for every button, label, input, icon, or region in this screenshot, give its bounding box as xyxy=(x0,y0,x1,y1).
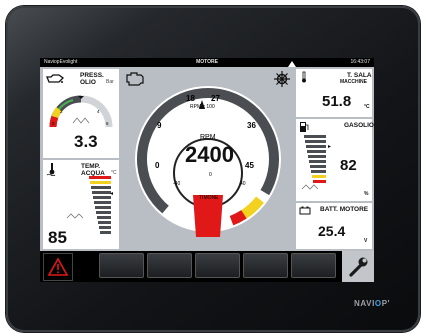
display-screen: NaviopEvolight MOTORE 16:43:07 PRESS. OL… xyxy=(40,58,374,282)
oil-scale-0: 0 xyxy=(52,121,55,126)
softkey-1[interactable] xyxy=(99,253,144,278)
fuel-level-bar-gauge xyxy=(301,135,331,190)
clock: 16:43:07 xyxy=(350,59,370,65)
rpm-label: RPM xyxy=(200,134,216,141)
rudder-tick-neg40: -40 xyxy=(173,181,181,187)
rpm-scale-label: RPM x 100 xyxy=(190,104,215,110)
battery-value: 25.4 xyxy=(318,223,346,239)
page-title: MOTORE xyxy=(196,59,218,65)
rpm-value: 2400 xyxy=(185,142,234,167)
oil-pressure-panel[interactable]: PRESS. OLIO Bar 0 2 4 6 3.3 xyxy=(43,69,119,158)
thermometer-icon xyxy=(302,71,306,83)
rpm-gauge-panel[interactable]: 27 18 9 36 0 45 RPM x 100 RPM 2400 -40 0… xyxy=(121,69,294,249)
wrench-icon xyxy=(349,257,368,277)
rpm-tick-27: 27 xyxy=(211,94,220,103)
settings-button[interactable] xyxy=(342,251,374,282)
room-temp-title-line2: MACCHINE xyxy=(340,79,367,85)
softkey-4[interactable] xyxy=(243,253,288,278)
fuel-title: GASOLIO xyxy=(344,122,374,129)
rudder-tick-40: 40 xyxy=(240,181,246,187)
engine-room-temp-panel[interactable]: T. SALA MACCHINE 51.8 °C xyxy=(296,69,372,117)
battery-panel[interactable]: BATT. MOTORE 25.4 V xyxy=(296,203,372,249)
logo-text-end: P' xyxy=(381,299,391,308)
rpm-tick-18: 18 xyxy=(186,94,195,103)
rpm-tick-36: 36 xyxy=(247,121,256,130)
rpm-tick-0: 0 xyxy=(155,161,160,170)
rudder-label: TIMONE xyxy=(199,195,219,201)
softkey-3[interactable] xyxy=(195,253,240,278)
room-temp-value: 51.8 xyxy=(322,93,352,110)
logo-text-accent: O xyxy=(374,299,382,308)
softkey-bar xyxy=(40,251,374,282)
oil-scale-6: 6 xyxy=(106,121,109,126)
room-temp-unit: °C xyxy=(364,104,370,110)
fuel-panel[interactable]: GASOLIO 82 % xyxy=(296,119,374,201)
oil-scale-4: 4 xyxy=(97,109,100,114)
fuel-value: 82 xyxy=(340,157,357,174)
softkey-2[interactable] xyxy=(147,253,192,278)
rudder-tick-0: 0 xyxy=(209,172,212,178)
water-temp-panel[interactable]: TEMP. ACQUA °C 85 xyxy=(43,160,119,249)
alarm-warning-icon xyxy=(47,257,69,276)
logo-text-start: NAVI xyxy=(354,299,375,308)
water-temp-value: 85 xyxy=(48,228,67,247)
fuel-unit: % xyxy=(364,191,369,197)
room-temp-title-line1: T. SALA xyxy=(347,72,372,79)
rpm-tick-9: 9 xyxy=(157,121,162,130)
battery-icon xyxy=(299,206,311,215)
softkey-5[interactable] xyxy=(291,253,336,278)
status-bar: NaviopEvolight MOTORE 16:43:07 xyxy=(40,58,374,67)
battery-title: BATT. MOTORE xyxy=(320,206,369,213)
menu-pulldown-icon[interactable] xyxy=(288,61,296,67)
oil-scale-2: 2 xyxy=(60,109,63,114)
oil-pressure-value: 3.3 xyxy=(74,132,98,151)
rpm-tick-45: 45 xyxy=(245,161,254,170)
naviop-logo: NAVIOP' xyxy=(354,299,390,308)
battery-unit: V xyxy=(364,238,368,244)
alarm-button[interactable] xyxy=(43,253,73,281)
